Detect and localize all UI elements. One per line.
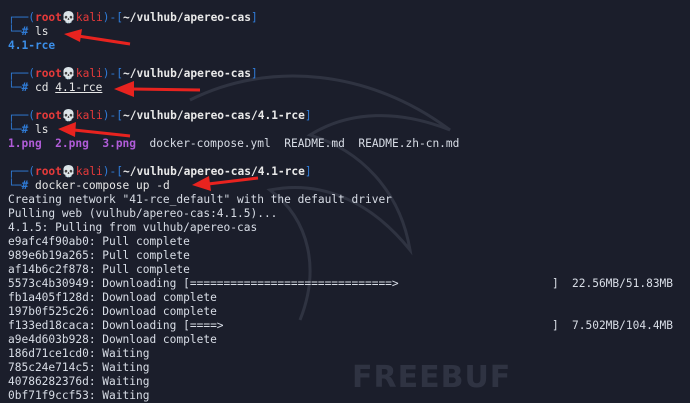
command-line-2: └─# cd 4.1-rce <box>8 81 103 94</box>
download-progress-line-1: 5573c4b30949: Downloading [=============… <box>8 277 674 290</box>
output-line: 40786282376d: Waiting <box>8 375 150 388</box>
freebuf-watermark: FREEBUF <box>352 360 512 395</box>
annotation-arrow-icon <box>58 122 131 138</box>
output-line: e9afc4f90ab0: Pull complete <box>8 235 190 248</box>
annotation-arrow-icon <box>114 81 201 97</box>
annotation-arrow-icon <box>64 29 131 46</box>
command-line-1: └─# ls <box>8 25 49 38</box>
command-line-4: └─# docker-compose up -d <box>8 179 170 192</box>
terminal-window[interactable]: ┌──(root💀kali)-[~/vulhub/apereo-cas] └─#… <box>0 0 690 402</box>
command-line-3: └─# ls <box>8 123 49 136</box>
output-line: 186d71ce1cd0: Waiting <box>8 347 150 360</box>
output-line: 197b0f525c26: Download complete <box>8 305 217 318</box>
prompt-line-1: ┌──(root💀kali)-[~/vulhub/apereo-cas] <box>8 11 258 24</box>
output-line: a9e4d603b928: Download complete <box>8 333 217 346</box>
ls-output-1: 4.1-rce <box>8 39 56 52</box>
output-line: 4.1.5: Pulling from vulhub/apereo-cas <box>8 221 258 234</box>
output-line: 0bf71f9ccf53: Waiting <box>8 389 150 402</box>
output-line: 989e6b19a265: Pull complete <box>8 249 190 262</box>
download-progress-line-2: f133ed18caca: Downloading [====>] 7.502MB… <box>8 319 674 332</box>
prompt-line-4: ┌──(root💀kali)-[~/vulhub/apereo-cas/4.1-… <box>8 165 312 178</box>
output-line: fb1a405f128d: Download complete <box>8 291 217 304</box>
output-line: Creating network "41-rce_default" with t… <box>8 193 392 206</box>
annotation-arrow-icon <box>192 176 259 191</box>
output-line: af14b6c2f878: Pull complete <box>8 263 190 276</box>
output-line: 785c24e714c5: Waiting <box>8 361 150 374</box>
output-line: Pulling web (vulhub/apereo-cas:4.1.5)... <box>8 207 278 220</box>
